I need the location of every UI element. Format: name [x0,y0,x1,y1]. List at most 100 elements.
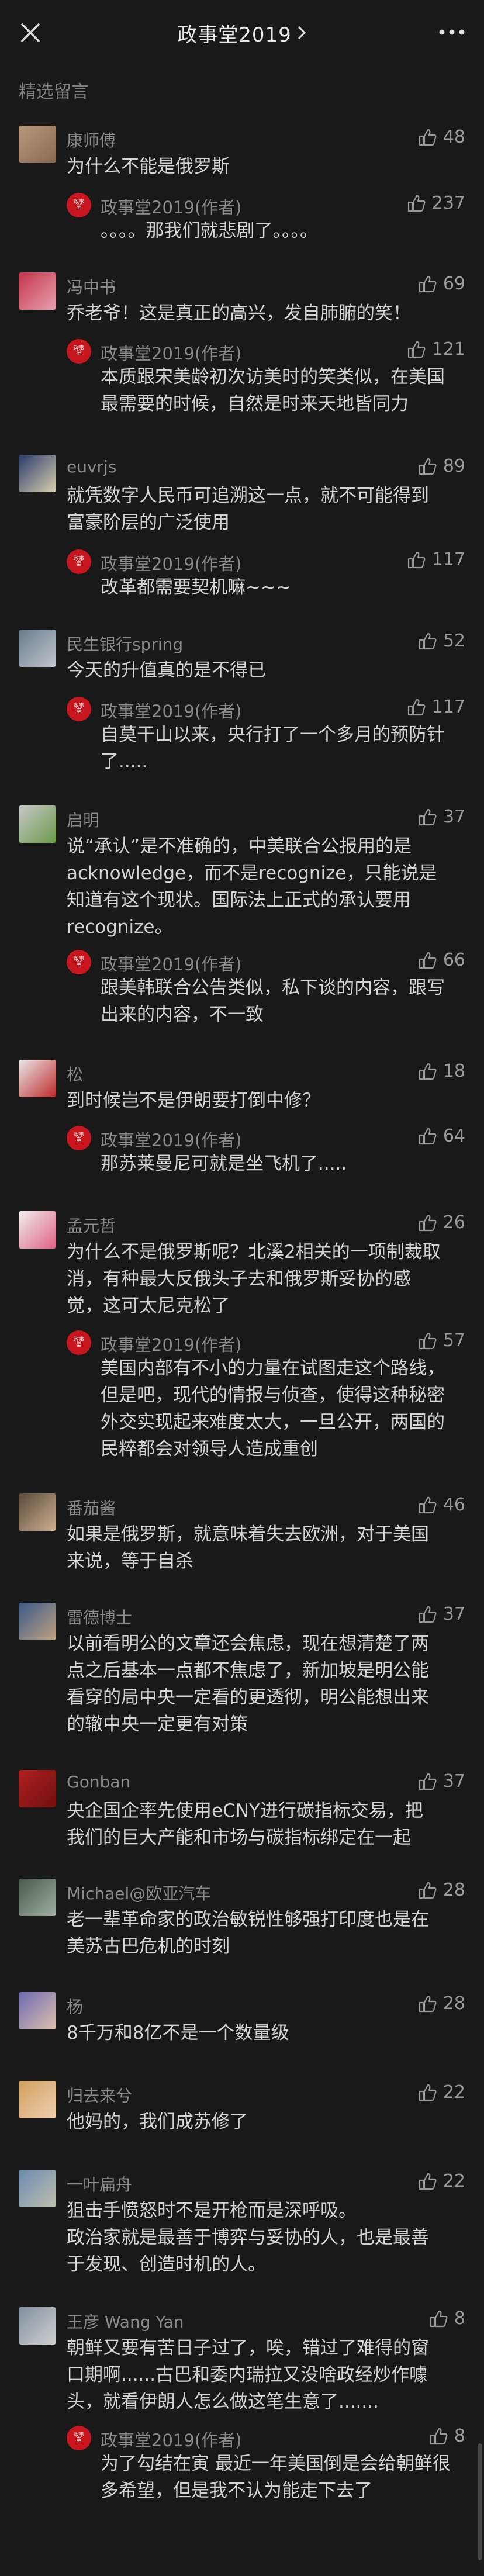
avatar[interactable] [19,2081,56,2118]
like-button[interactable]: 18 [417,1061,465,1081]
reply-like-button[interactable]: 64 [417,1126,465,1146]
like-count: 28 [442,1993,465,2014]
reply-text: 跟美韩联合公告类似，私下谈的内容，跟写出来的内容，不一致 [101,977,445,1025]
comment-text: 就凭数字人民币可追溯这一点，就不可能得到富豪阶层的广泛使用 [67,485,429,533]
comment-username[interactable]: 孟元哲 [67,1213,116,1237]
reply-like-button[interactable]: 237 [406,193,465,213]
thumbs-up-icon[interactable] [417,2172,437,2191]
scrollbar[interactable] [478,2443,482,2560]
thumbs-up-icon[interactable] [417,1126,437,1146]
like-button[interactable]: 37 [417,1604,465,1624]
thumbs-up-icon[interactable] [417,1213,437,1233]
thumbs-up-icon[interactable] [417,457,437,476]
thumbs-up-icon[interactable] [417,1772,437,1792]
comment-username[interactable]: euvrjs [67,457,116,476]
author-avatar-icon: 政事堂 [67,2426,91,2450]
like-count: 28 [442,1880,465,1900]
thumbs-up-icon[interactable] [417,1331,437,1351]
thumbs-up-icon[interactable] [406,697,426,717]
avatar[interactable] [19,2170,56,2207]
like-button[interactable]: 26 [417,1212,465,1233]
like-button[interactable]: 22 [417,2171,465,2191]
thumbs-up-icon[interactable] [406,193,426,213]
page-title[interactable]: 政事堂2019 [177,19,292,47]
like-button[interactable]: 22 [417,2082,465,2103]
reply-author-name: 政事堂2019(作者) [101,1335,242,1355]
thumbs-up-icon[interactable] [417,950,437,970]
reply-like-button[interactable]: 8 [428,2426,465,2446]
comment-username[interactable]: 杨 [67,1994,83,2018]
comment-text: 他妈的，我们成苏修了 [67,2111,248,2132]
avatar[interactable] [19,272,56,310]
thumbs-up-icon[interactable] [417,631,437,651]
like-count: 22 [442,2171,465,2191]
like-button[interactable]: 8 [428,2308,465,2329]
comment-text: 说“承认”是不准确的，中美联合公报用的是acknowledge，而不是recog… [67,836,437,938]
like-button[interactable]: 46 [417,1495,465,1515]
reply-like-button[interactable]: 121 [406,339,465,359]
more-icon[interactable] [437,23,466,41]
reply-like-button[interactable]: 117 [406,549,465,570]
avatar[interactable] [19,1770,56,1807]
like-button[interactable]: 37 [417,807,465,827]
comment-username[interactable]: 启明 [67,808,99,831]
avatar[interactable] [19,630,56,667]
thumbs-up-icon[interactable] [428,2309,448,2329]
avatar[interactable] [19,1879,56,1916]
comment-username[interactable]: 一叶扁舟 [67,2172,132,2195]
avatar[interactable] [19,1211,56,1249]
reply-text: 改革都需要契机嘛~~~ [101,577,291,598]
like-button[interactable]: 28 [417,1993,465,2014]
thumbs-up-icon[interactable] [417,127,437,147]
comment-username[interactable]: 雷德博士 [67,1605,132,1628]
comment-username[interactable]: 康师傅 [67,128,116,151]
comment-username[interactable]: 松 [67,1062,83,1085]
like-button[interactable]: 28 [417,1880,465,1900]
like-button[interactable]: 89 [417,456,465,476]
reply-author-name: 政事堂2019(作者) [101,554,242,574]
avatar[interactable] [19,1603,56,1640]
thumbs-up-icon[interactable] [417,1880,437,1900]
reply-like-button[interactable]: 57 [417,1330,465,1351]
like-button[interactable]: 52 [417,631,465,651]
avatar[interactable] [19,1992,56,2029]
comment-username[interactable]: 归去来兮 [67,2083,132,2107]
avatar[interactable] [19,805,56,843]
comment-username[interactable]: 王彦 Wang Yan [67,2309,184,2333]
top-bar: 政事堂2019 [0,0,484,65]
thumbs-up-icon[interactable] [406,550,426,570]
like-button[interactable]: 37 [417,1771,465,1792]
reply-like-count: 117 [431,549,465,570]
thumbs-up-icon[interactable] [406,340,426,359]
thumbs-up-icon[interactable] [417,1061,437,1081]
reply-text: 为了勾结在寅 最近一年美国倒是会给朝鲜很多希望，但是我不认为能走下去了 [101,2453,451,2501]
avatar[interactable] [19,455,56,492]
comment-username[interactable]: Michael@欧亚汽车 [67,1881,211,1904]
like-button[interactable]: 69 [417,274,465,294]
thumbs-up-icon[interactable] [417,807,437,827]
thumbs-up-icon[interactable] [417,1605,437,1624]
reply-like-button[interactable]: 117 [406,697,465,717]
reply-like-count: 117 [431,697,465,717]
like-button[interactable]: 48 [417,127,465,147]
avatar[interactable] [19,1060,56,1097]
avatar[interactable] [19,2307,56,2345]
avatar[interactable] [19,126,56,163]
comment-username[interactable]: Gonban [67,1772,130,1792]
comment-username[interactable]: 冯中书 [67,275,116,298]
comment-text: 乔老爷！这是真正的高兴，发自肺腑的笑！ [67,303,411,324]
comment-text: 如果是俄罗斯，就意味着失去欧洲，对于美国来说，等于自杀 [67,1524,429,1572]
reply-text: 自莫干山以来，央行打了一个多月的预防针了..... [101,724,445,772]
title-area[interactable]: 政事堂2019 [0,0,484,65]
close-icon[interactable] [19,21,42,44]
thumbs-up-icon[interactable] [417,1495,437,1515]
thumbs-up-icon[interactable] [428,2426,448,2446]
avatar[interactable] [19,1493,56,1531]
like-count: 52 [442,631,465,651]
comment-username[interactable]: 民生银行spring [67,632,183,655]
thumbs-up-icon[interactable] [417,2083,437,2103]
comment-username[interactable]: 番茄酱 [67,1496,116,1519]
thumbs-up-icon[interactable] [417,274,437,294]
reply-like-button[interactable]: 66 [417,950,465,970]
thumbs-up-icon[interactable] [417,1994,437,2014]
